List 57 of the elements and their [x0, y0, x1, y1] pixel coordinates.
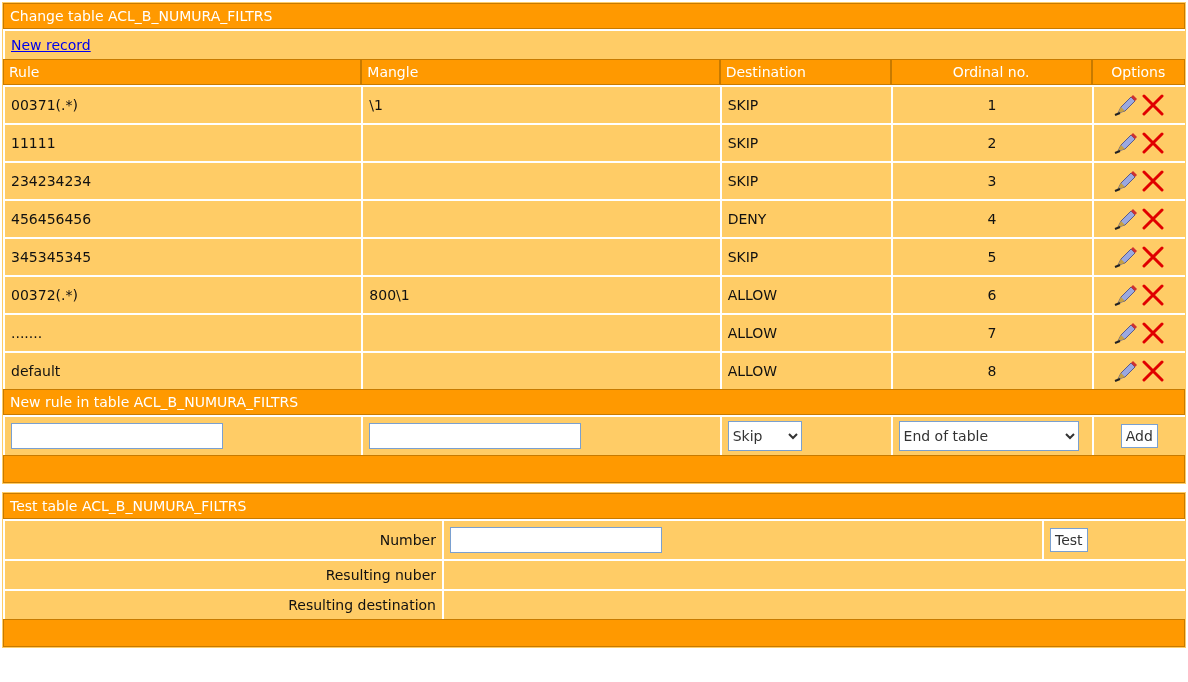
- table-cell: 800\1: [361, 275, 720, 313]
- rule-input[interactable]: [11, 423, 223, 449]
- table-cell: SKIP: [719, 161, 891, 199]
- column-header: Options: [1091, 59, 1185, 85]
- table-cell: 00371(.*): [3, 85, 362, 123]
- table-cell: 3: [890, 161, 1092, 199]
- column-header: Destination: [719, 59, 891, 85]
- new-record-link[interactable]: New record: [11, 37, 91, 53]
- close-icon: [1142, 322, 1165, 344]
- table-cell: ALLOW: [719, 313, 891, 351]
- table-cell: SKIP: [719, 123, 891, 161]
- pencil-icon: [1114, 360, 1139, 382]
- close-icon: [1142, 132, 1165, 154]
- table-cell: 7: [890, 313, 1092, 351]
- table-cell: 234234234: [3, 161, 362, 199]
- test-button[interactable]: Test: [1050, 528, 1088, 552]
- mangle-input[interactable]: [369, 423, 582, 449]
- pencil-icon: [1114, 246, 1139, 268]
- field-label: Number: [3, 519, 442, 559]
- table-cell: 6: [890, 275, 1092, 313]
- pencil-icon: [1114, 284, 1139, 306]
- close-icon: [1142, 170, 1165, 192]
- table-cell: 456456456: [3, 199, 362, 237]
- number-input[interactable]: [450, 527, 662, 553]
- pencil-icon: [1114, 208, 1139, 230]
- close-icon: [1142, 284, 1165, 306]
- close-icon: [1142, 94, 1165, 116]
- column-header: Rule: [3, 59, 362, 85]
- table-cell: 2: [890, 123, 1092, 161]
- table-cell: 00372(.*): [3, 275, 362, 313]
- column-header: Mangle: [361, 59, 720, 85]
- table-title: Change table ACL_B_NUMURA_FILTRS: [3, 3, 1185, 29]
- section-title: New rule in table ACL_B_NUMURA_FILTRS: [3, 389, 1185, 415]
- table-cell: SKIP: [719, 237, 891, 275]
- table-title: Test table ACL_B_NUMURA_FILTRS: [3, 493, 1185, 519]
- pencil-icon: [1114, 132, 1139, 154]
- table-cell: 5: [890, 237, 1092, 275]
- table-cell: ALLOW: [719, 275, 891, 313]
- pencil-icon: [1114, 170, 1139, 192]
- close-icon: [1142, 246, 1165, 268]
- table-cell: 1: [890, 85, 1092, 123]
- table-cell: SKIP: [719, 85, 891, 123]
- close-icon: [1142, 208, 1165, 230]
- table-cell: 4: [890, 199, 1092, 237]
- table-cell: 345345345: [3, 237, 362, 275]
- pencil-icon: [1114, 94, 1139, 116]
- table-cell: DENY: [719, 199, 891, 237]
- table-cell: 11111: [3, 123, 362, 161]
- table-cell: .......: [3, 313, 362, 351]
- table-cell: \1: [361, 85, 720, 123]
- close-icon: [1142, 360, 1165, 382]
- field-label: Resulting nuber: [3, 559, 442, 589]
- position-select[interactable]: End of table: [898, 421, 1079, 451]
- pencil-icon: [1114, 322, 1139, 344]
- destination-select[interactable]: Skip: [727, 421, 802, 451]
- add-button[interactable]: Add: [1120, 424, 1158, 448]
- column-header: Ordinal no.: [890, 59, 1092, 85]
